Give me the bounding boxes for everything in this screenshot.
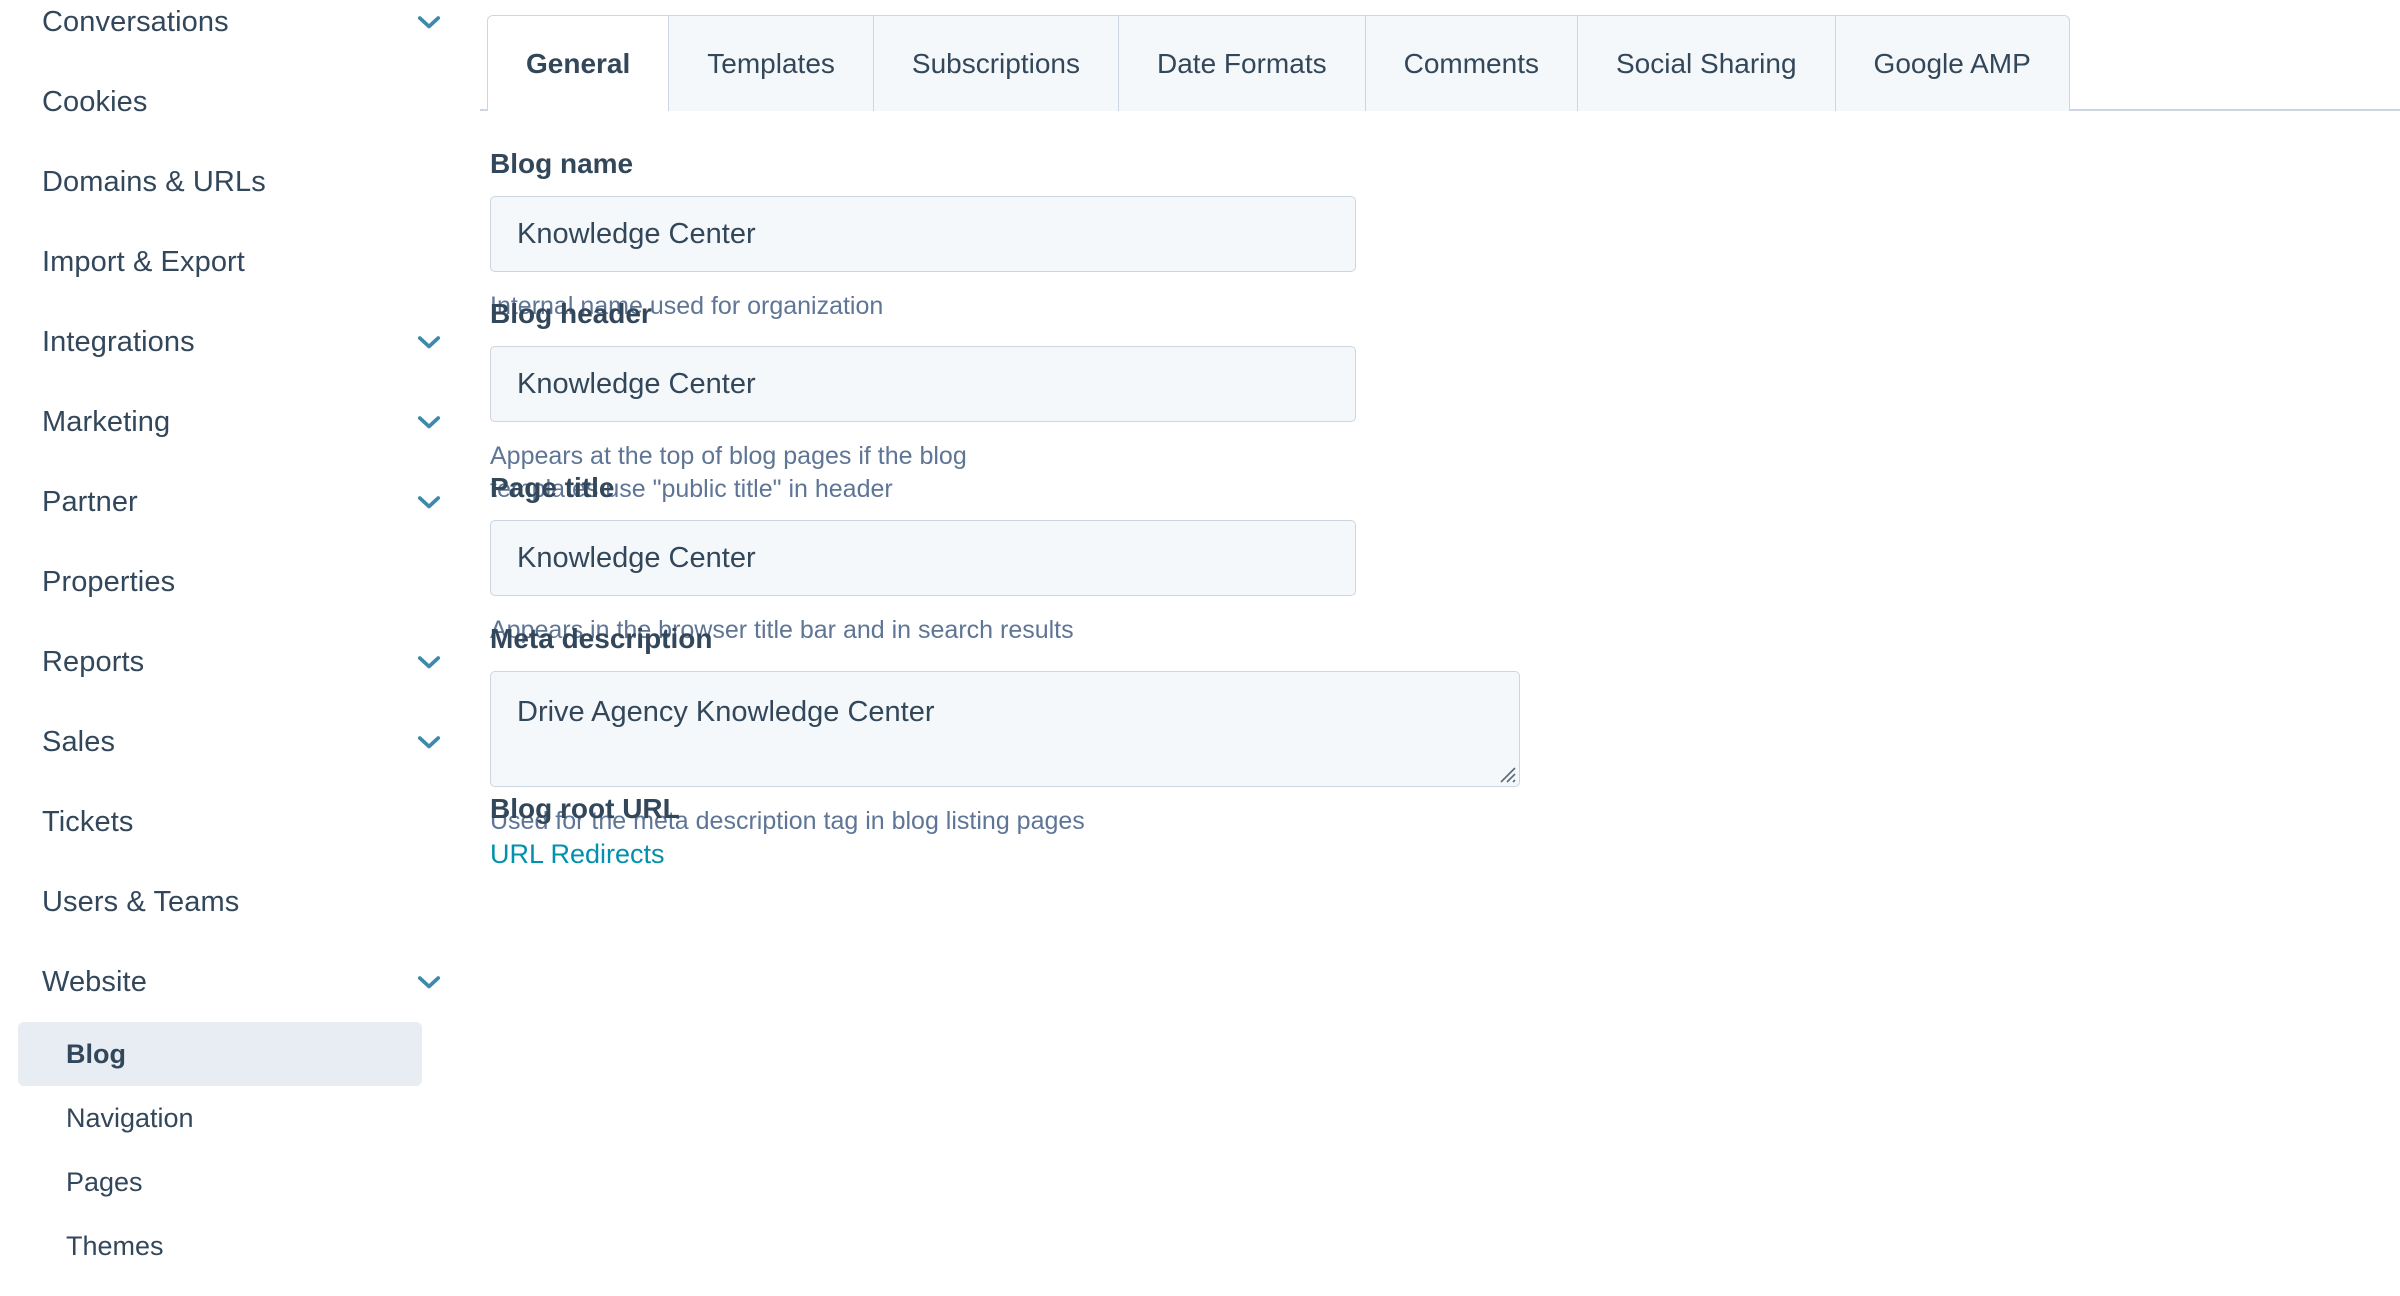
tab-templates[interactable]: Templates <box>668 16 873 111</box>
sidebar-item-label: Conversations <box>42 5 229 38</box>
chevron-down-icon[interactable] <box>412 5 446 39</box>
main-content: General Templates Subscriptions Date Format… <box>480 0 2400 1296</box>
sidebar-subitem-label: Themes <box>66 1230 164 1261</box>
chevron-down-icon[interactable] <box>412 405 446 439</box>
sidebar-subitem-label: Navigation <box>66 1102 194 1133</box>
sidebar-item-website[interactable]: Website <box>0 942 480 1022</box>
chevron-down-icon[interactable] <box>412 725 446 759</box>
chevron-down-icon[interactable] <box>412 325 446 359</box>
sidebar-item-label: Reports <box>42 645 145 678</box>
blog-name-value: Knowledge Center <box>517 217 756 250</box>
sidebar-item-label: Users & Teams <box>42 885 240 918</box>
settings-tabbar: General Templates Subscriptions Date Format… <box>487 15 2070 111</box>
blog-header-input[interactable]: Knowledge Center <box>490 346 1356 422</box>
tab-google-amp[interactable]: Google AMP <box>1834 16 2069 111</box>
page-title-label: Page title <box>490 472 615 503</box>
sidebar-item-cookies[interactable]: Cookies <box>0 62 480 142</box>
sidebar-item-marketing[interactable]: Marketing <box>0 382 480 462</box>
sidebar-item-label: Integrations <box>42 325 195 358</box>
sidebar-item-label: Website <box>42 965 147 998</box>
blog-header-label: Blog header <box>490 298 652 329</box>
blog-root-url-label: Blog root URL <box>490 793 680 824</box>
sidebar-subitem-pages[interactable]: Pages <box>0 1150 480 1214</box>
blog-header-value: Knowledge Center <box>517 367 756 400</box>
sidebar-subitem-label: Pages <box>66 1166 143 1197</box>
sidebar-nav-list: Conversations Cookies Domains & URLs Import… <box>0 0 480 1278</box>
sidebar-item-domains-urls[interactable]: Domains & URLs <box>0 142 480 222</box>
chevron-down-icon[interactable] <box>412 485 446 519</box>
sidebar-item-integrations[interactable]: Integrations <box>0 302 480 382</box>
sidebar-item-conversations[interactable]: Conversations <box>0 0 480 62</box>
sidebar-item-label: Marketing <box>42 405 171 438</box>
sidebar-subitem-label: Blog <box>66 1038 126 1069</box>
tab-comments[interactable]: Comments <box>1364 16 1577 111</box>
sidebar-item-label: Cookies <box>42 85 148 118</box>
settings-sidebar: Conversations Cookies Domains & URLs Import… <box>0 0 480 1296</box>
sidebar-item-label: Partner <box>42 485 138 518</box>
resize-grip-icon[interactable] <box>1494 761 1516 783</box>
chevron-down-icon[interactable] <box>412 645 446 679</box>
tab-general[interactable]: General <box>488 16 669 111</box>
blog-name-input[interactable]: Knowledge Center <box>490 196 1356 272</box>
sidebar-item-properties[interactable]: Properties <box>0 542 480 622</box>
url-redirects-link[interactable]: URL Redirects <box>490 841 665 868</box>
sidebar-item-label: Tickets <box>42 805 134 838</box>
tab-date-formats[interactable]: Date Formats <box>1118 16 1365 111</box>
sidebar-item-label: Domains & URLs <box>42 165 266 198</box>
sidebar-item-sales[interactable]: Sales <box>0 702 480 782</box>
meta-description-textarea[interactable]: Drive Agency Knowledge Center <box>490 671 1520 787</box>
meta-description-value: Drive Agency Knowledge Center <box>517 696 935 728</box>
page-title-value: Knowledge Center <box>517 541 756 574</box>
tab-subscriptions[interactable]: Subscriptions <box>872 16 1118 111</box>
sidebar-item-import-export[interactable]: Import & Export <box>0 222 480 302</box>
sidebar-item-partner[interactable]: Partner <box>0 462 480 542</box>
chevron-down-icon[interactable] <box>412 965 446 999</box>
field-blog-root-url: Blog root URL URL Redirects <box>490 795 680 868</box>
sidebar-item-label: Properties <box>42 565 176 598</box>
sidebar-subitem-themes[interactable]: Themes <box>0 1214 480 1278</box>
page-title-input[interactable]: Knowledge Center <box>490 520 1356 596</box>
blog-name-label: Blog name <box>490 148 634 179</box>
meta-description-label: Meta description <box>490 623 713 654</box>
field-page-title: Page title Knowledge Center Appears in t… <box>490 474 1356 647</box>
sidebar-item-tickets[interactable]: Tickets <box>0 782 480 862</box>
sidebar-item-label: Import & Export <box>42 245 245 278</box>
sidebar-subitem-navigation[interactable]: Navigation <box>0 1086 480 1150</box>
sidebar-item-users-teams[interactable]: Users & Teams <box>0 862 480 942</box>
sidebar-subitem-blog[interactable]: Blog <box>18 1022 422 1086</box>
sidebar-item-label: Sales <box>42 725 116 758</box>
tab-social-sharing[interactable]: Social Sharing <box>1576 16 1835 111</box>
sidebar-item-reports[interactable]: Reports <box>0 622 480 702</box>
